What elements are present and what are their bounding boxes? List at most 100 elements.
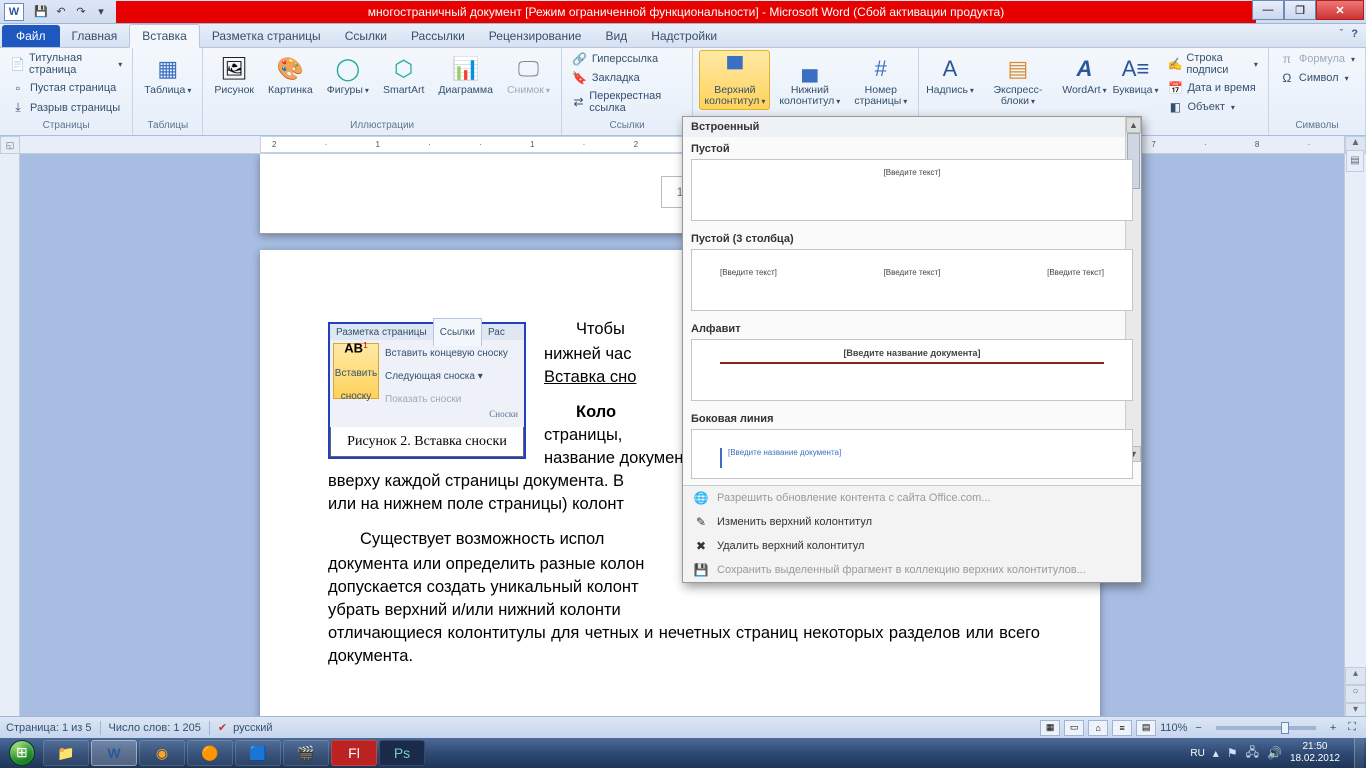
group-pages-label: Страницы <box>6 120 126 135</box>
status-spellcheck-icon[interactable]: ✔ <box>218 721 227 734</box>
symbol-button[interactable]: ΩСимвол▾ <box>1275 69 1359 87</box>
smartart-button[interactable]: ⬡SmartArt <box>378 50 429 99</box>
object-button[interactable]: ◧Объект▾ <box>1163 98 1261 116</box>
save-icon: 💾 <box>693 563 709 577</box>
header-button[interactable]: ▀Верхний колонтитул▾ <box>699 50 770 110</box>
shapes-button[interactable]: ◯Фигуры▾ <box>322 50 374 99</box>
vertical-ruler[interactable] <box>0 154 20 721</box>
header-gallery-dropdown: ▲▼ Встроенный Пустой [Введите текст] Пус… <box>682 116 1142 583</box>
browse-object-button[interactable]: ○ <box>1345 685 1366 703</box>
crossref-icon: ⇄ <box>572 95 585 109</box>
status-language[interactable]: русский <box>233 722 272 734</box>
gallery-item-empty3[interactable]: [Введите текст][Введите текст][Введите т… <box>691 249 1133 311</box>
task-app1[interactable]: 🟦 <box>235 740 281 766</box>
system-tray: RU ▴ ⚑ 🖧 🔊 21:5018.02.2012 <box>1190 738 1366 768</box>
wordart-button[interactable]: AWordArt▾ <box>1061 50 1108 99</box>
view-print-layout[interactable]: ▦ <box>1040 720 1060 736</box>
show-desktop-button[interactable] <box>1354 738 1364 768</box>
cover-page-button[interactable]: 📄Титульная страница▾ <box>6 50 126 78</box>
group-illustrations-label: Иллюстрации <box>209 120 554 135</box>
view-draft[interactable]: ▤ <box>1136 720 1156 736</box>
date-time-button[interactable]: 📅Дата и время <box>1163 79 1261 97</box>
zoom-slider[interactable] <box>1216 726 1316 730</box>
app-icon[interactable]: W <box>4 3 24 21</box>
view-fullscreen[interactable]: ▭ <box>1064 720 1084 736</box>
clipart-button[interactable]: 🎨Картинка <box>263 50 318 99</box>
maximize-button[interactable]: ❐ <box>1284 0 1316 20</box>
status-page[interactable]: Страница: 1 из 5 <box>6 722 92 734</box>
close-button[interactable]: ✕ <box>1316 0 1364 20</box>
pagenum-icon: # <box>865 53 897 85</box>
task-flash[interactable]: Fl <box>331 740 377 766</box>
equation-button[interactable]: πФормула▾ <box>1275 50 1359 68</box>
zoom-in-button[interactable]: + <box>1326 722 1340 734</box>
gallery-item-side[interactable]: [Введите название документа] <box>691 429 1133 479</box>
pagenum-button[interactable]: #Номер страницы▾ <box>849 50 912 110</box>
gallery-remove-header[interactable]: ✖Удалить верхний колонтитул <box>683 534 1141 558</box>
bookmark-button[interactable]: 🔖Закладка <box>568 69 686 87</box>
qat-more-button[interactable]: ▾ <box>92 3 110 21</box>
fit-page-button[interactable]: ⛶ <box>1344 721 1360 734</box>
zoom-out-button[interactable]: − <box>1191 722 1205 734</box>
ribbon-tabs: Файл Главная Вставка Разметка страницы С… <box>0 24 1366 48</box>
tab-insert[interactable]: Вставка <box>129 24 200 48</box>
start-button[interactable] <box>2 738 42 768</box>
task-chrome[interactable]: 🟠 <box>187 740 233 766</box>
tab-references[interactable]: Ссылки <box>333 25 399 47</box>
crossref-button[interactable]: ⇄Перекрестная ссылка <box>568 88 686 116</box>
textbox-button[interactable]: AНадпись▾ <box>925 50 974 99</box>
save-button[interactable]: 💾 <box>32 3 50 21</box>
task-mpc[interactable]: 🎬 <box>283 740 329 766</box>
gallery-item-empty[interactable]: [Введите текст] <box>691 159 1133 221</box>
screenshot-button[interactable]: 🖵Снимок▾ <box>502 50 555 99</box>
picture-button[interactable]: 🖼Рисунок <box>209 50 259 99</box>
quickparts-button[interactable]: ▤Экспресс-блоки▾ <box>979 50 1057 110</box>
ruler-toggle[interactable]: ▤ <box>1346 150 1364 172</box>
windows-orb-icon <box>9 740 35 766</box>
tab-home[interactable]: Главная <box>60 25 130 47</box>
tray-volume-icon[interactable]: 🔊 <box>1267 746 1282 760</box>
task-explorer[interactable]: 📁 <box>43 740 89 766</box>
dropcap-button[interactable]: A≡Буквица▾ <box>1112 50 1160 99</box>
ruler-corner[interactable]: ◱ <box>0 136 20 154</box>
table-button[interactable]: ▦ Таблица▾ <box>139 50 196 99</box>
zoom-level[interactable]: 110% <box>1160 722 1187 734</box>
signature-line-button[interactable]: ✍Строка подписи▾ <box>1163 50 1261 78</box>
help-button[interactable]: ? <box>1351 28 1358 40</box>
gallery-edit-header[interactable]: ✎Изменить верхний колонтитул <box>683 510 1141 534</box>
task-aimp[interactable]: ◉ <box>139 740 185 766</box>
clipart-icon: 🎨 <box>274 53 306 85</box>
doc-text: отличающиеся колонтитулы для четных и не… <box>328 622 1040 668</box>
undo-button[interactable]: ↶ <box>52 3 70 21</box>
gallery-label-empty: Пустой <box>683 137 1141 157</box>
prev-page-button[interactable]: ▴ <box>1345 667 1366 685</box>
tab-file[interactable]: Файл <box>2 25 60 47</box>
chart-button[interactable]: 📊Диаграмма <box>433 50 498 99</box>
tab-review[interactable]: Рецензирование <box>477 25 594 47</box>
textbox-icon: A <box>934 53 966 85</box>
tray-lang[interactable]: RU <box>1190 748 1204 759</box>
ribbon-minimize-button[interactable]: ˇ <box>1340 28 1344 40</box>
minimize-button[interactable]: — <box>1252 0 1284 20</box>
footer-button[interactable]: ▄Нижний колонтитул▾ <box>774 50 845 110</box>
tray-show-hidden[interactable]: ▴ <box>1213 746 1219 760</box>
tab-mailings[interactable]: Рассылки <box>399 25 477 47</box>
page-break-button[interactable]: ⤓Разрыв страницы <box>6 98 126 117</box>
tab-view[interactable]: Вид <box>593 25 639 47</box>
redo-button[interactable]: ↷ <box>72 3 90 21</box>
gallery-item-alpha[interactable]: [Введите название документа] <box>691 339 1133 401</box>
task-word[interactable]: W <box>91 740 137 766</box>
hyperlink-button[interactable]: 🔗Гиперссылка <box>568 50 686 68</box>
tray-network-icon[interactable]: 🖧 <box>1246 743 1259 764</box>
view-outline[interactable]: ≡ <box>1112 720 1132 736</box>
status-word-count[interactable]: Число слов: 1 205 <box>109 722 201 734</box>
tray-clock[interactable]: 21:5018.02.2012 <box>1290 741 1346 765</box>
task-photoshop[interactable]: Ps <box>379 740 425 766</box>
tab-addins[interactable]: Надстройки <box>639 25 729 47</box>
vertical-scrollbar[interactable]: ▲ ▴ ○ ▾ <box>1344 136 1366 721</box>
tray-flag-icon[interactable]: ⚑ <box>1227 746 1238 760</box>
view-web[interactable]: ⌂ <box>1088 720 1108 736</box>
blank-page-button[interactable]: ▫Пустая страница <box>6 79 126 97</box>
tab-page-layout[interactable]: Разметка страницы <box>200 25 333 47</box>
window-title: многостраничный документ [Режим ограниче… <box>116 1 1256 23</box>
